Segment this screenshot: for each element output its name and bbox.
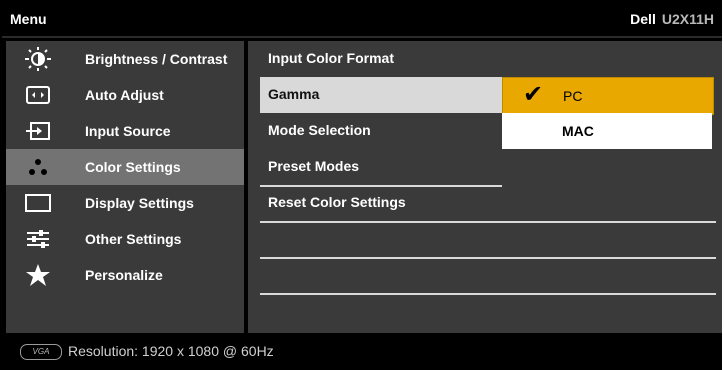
sidebar-item-display-settings[interactable]: Display Settings: [6, 185, 244, 221]
color-settings-icon: [29, 159, 47, 175]
row-label: Mode Selection: [268, 122, 371, 138]
osd-window: Menu Dell U2X11H Brightness / Contrast A…: [0, 0, 722, 370]
resolution-readout: Resolution: 1920 x 1080 @ 60Hz: [68, 343, 274, 359]
row-gamma[interactable]: Gamma: [260, 77, 502, 113]
auto-adjust-icon: [26, 86, 50, 104]
osd-frame: Menu Dell U2X11H Brightness / Contrast A…: [2, 2, 722, 368]
model-name: U2X11H: [661, 11, 714, 27]
status-footer: VGA Resolution: 1920 x 1080 @ 60Hz: [6, 336, 722, 366]
row-divider: [260, 221, 716, 223]
sidebar-item-input-source[interactable]: Input Source: [6, 113, 244, 149]
row-label: Preset Modes: [268, 158, 360, 174]
input-source-icon: [26, 122, 50, 140]
row-input-color-format[interactable]: Input Color Format: [260, 41, 502, 77]
sidebar-item-auto-adjust[interactable]: Auto Adjust: [6, 77, 244, 113]
sidebar-item-personalize[interactable]: Personalize: [6, 257, 244, 293]
gamma-option-mac[interactable]: MAC: [502, 113, 712, 149]
row-divider: [260, 293, 716, 295]
row-label: Input Color Format: [268, 50, 394, 66]
display-settings-icon: [25, 194, 51, 212]
gamma-option-pc[interactable]: ✔ PC: [502, 77, 714, 115]
brightness-icon: [25, 47, 51, 71]
color-settings-panel: Input Color Format Gamma Mode Selection …: [248, 41, 722, 333]
model-label: Dell U2X11H: [630, 11, 714, 27]
sidebar-item-other-settings[interactable]: Other Settings: [6, 221, 244, 257]
vga-input-icon: VGA: [20, 344, 62, 360]
checkmark-icon: ✔: [523, 81, 544, 108]
menu-title: Menu: [10, 11, 47, 27]
row-label: Gamma: [268, 86, 320, 102]
sidebar-item-label: Brightness / Contrast: [85, 51, 228, 67]
row-divider: [260, 257, 716, 259]
row-reset-color-settings[interactable]: Reset Color Settings: [260, 185, 502, 221]
sidebar-item-label: Color Settings: [85, 159, 181, 175]
sidebar-item-label: Personalize: [85, 267, 163, 283]
other-settings-icon: [27, 230, 49, 248]
sidebar-item-label: Input Source: [85, 123, 171, 139]
star-icon: [26, 264, 50, 286]
sidebar-item-label: Display Settings: [85, 195, 194, 211]
sidebar-item-label: Other Settings: [85, 231, 182, 247]
top-bar: Menu Dell U2X11H: [2, 2, 722, 38]
sidebar: Brightness / Contrast Auto Adjust Input …: [6, 41, 244, 333]
option-label: MAC: [562, 123, 594, 139]
row-divider: [260, 185, 502, 187]
brand-name: Dell: [630, 11, 656, 27]
row-label: Reset Color Settings: [268, 194, 406, 210]
sidebar-item-color-settings[interactable]: Color Settings: [6, 149, 244, 185]
sidebar-item-brightness-contrast[interactable]: Brightness / Contrast: [6, 41, 244, 77]
option-label: PC: [563, 88, 583, 104]
sidebar-item-label: Auto Adjust: [85, 87, 164, 103]
row-preset-modes[interactable]: Preset Modes: [260, 149, 502, 185]
row-mode-selection[interactable]: Mode Selection: [260, 113, 502, 149]
